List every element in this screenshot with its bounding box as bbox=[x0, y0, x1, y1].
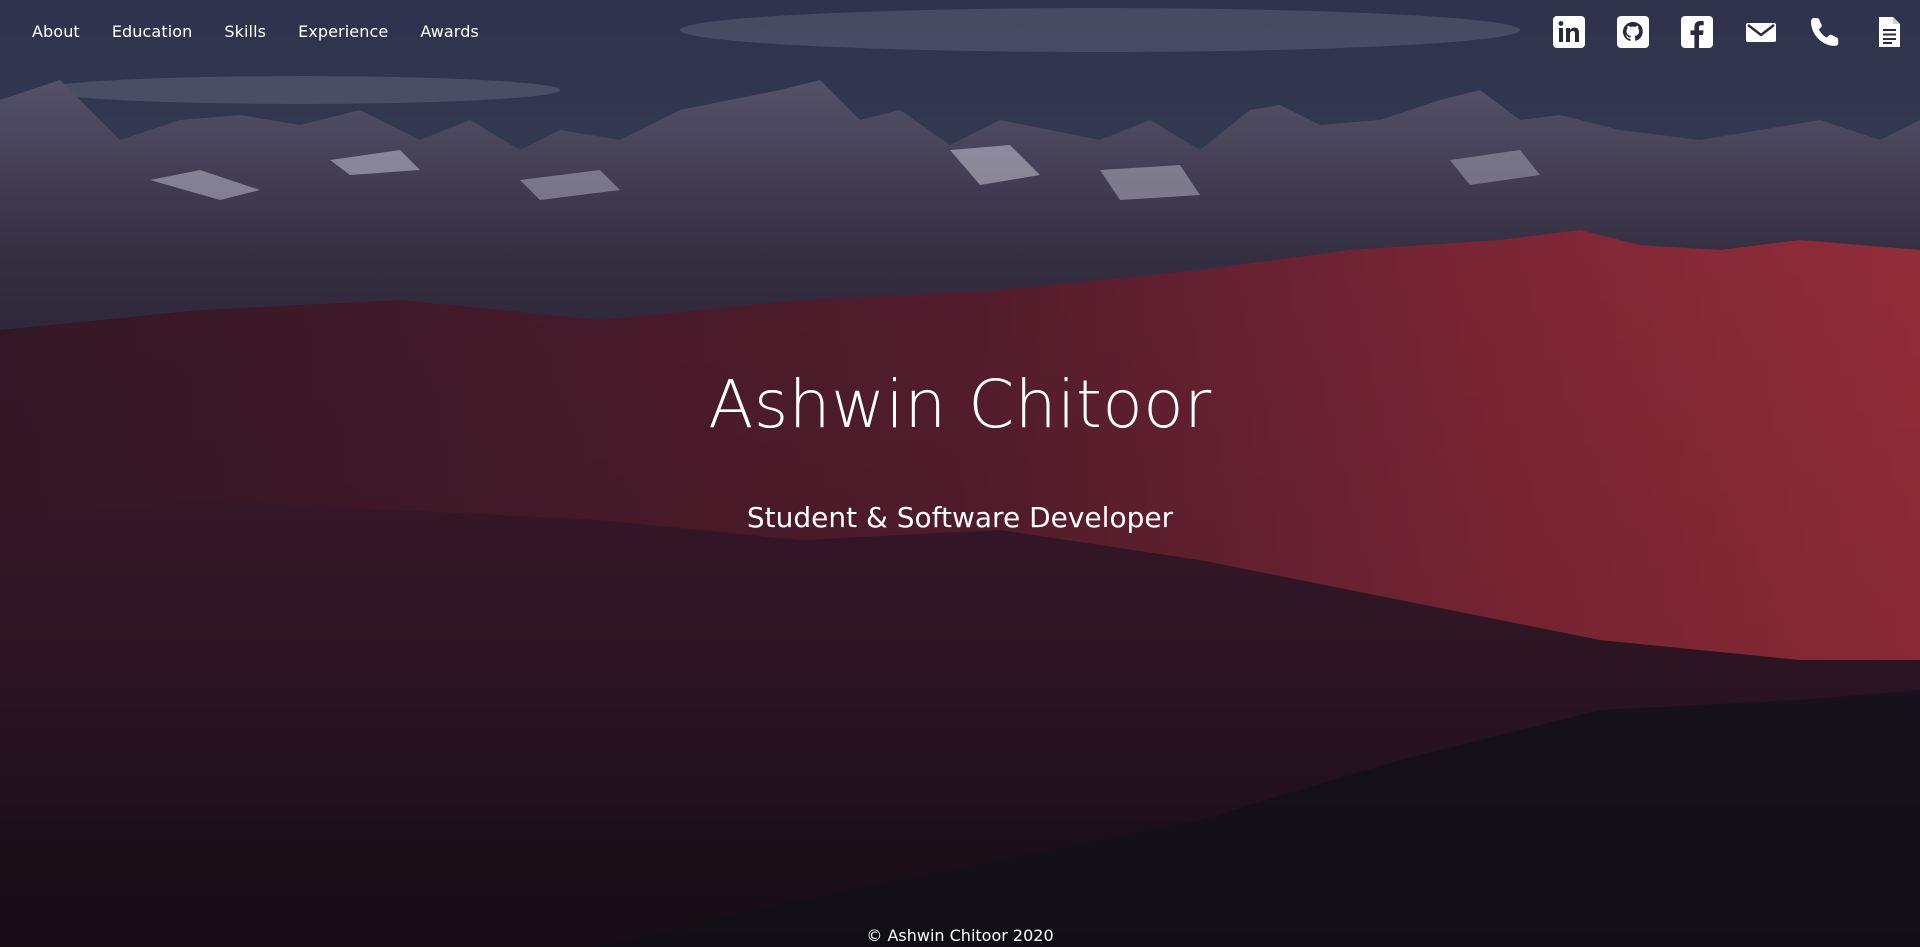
linkedin-icon[interactable] bbox=[1552, 15, 1586, 49]
github-icon[interactable] bbox=[1616, 15, 1650, 49]
nav-links: About Education Skills Experience Awards bbox=[32, 22, 511, 41]
phone-icon[interactable] bbox=[1808, 15, 1842, 49]
nav-item-about: About bbox=[32, 22, 80, 41]
nav-item-awards: Awards bbox=[420, 22, 479, 41]
hero-title: Ashwin Chitoor bbox=[708, 366, 1212, 443]
footer-copyright: © Ashwin Chitoor 2020 bbox=[866, 926, 1054, 945]
nav-link-experience[interactable]: Experience bbox=[298, 22, 388, 41]
top-navigation: About Education Skills Experience Awards bbox=[0, 0, 1920, 66]
hero-background-image bbox=[0, 0, 1920, 947]
nav-link-awards[interactable]: Awards bbox=[420, 22, 479, 41]
page: About Education Skills Experience Awards bbox=[0, 0, 1920, 947]
resume-icon[interactable] bbox=[1872, 15, 1906, 49]
nav-item-education: Education bbox=[112, 22, 193, 41]
nav-link-skills[interactable]: Skills bbox=[224, 22, 266, 41]
hero-subtitle: Student & Software Developer bbox=[746, 501, 1174, 534]
social-links bbox=[1522, 15, 1906, 49]
nav-link-education[interactable]: Education bbox=[112, 22, 193, 41]
nav-item-skills: Skills bbox=[224, 22, 266, 41]
facebook-icon[interactable] bbox=[1680, 15, 1714, 49]
nav-link-about[interactable]: About bbox=[32, 22, 80, 41]
email-icon[interactable] bbox=[1744, 15, 1778, 49]
nav-item-experience: Experience bbox=[298, 22, 388, 41]
